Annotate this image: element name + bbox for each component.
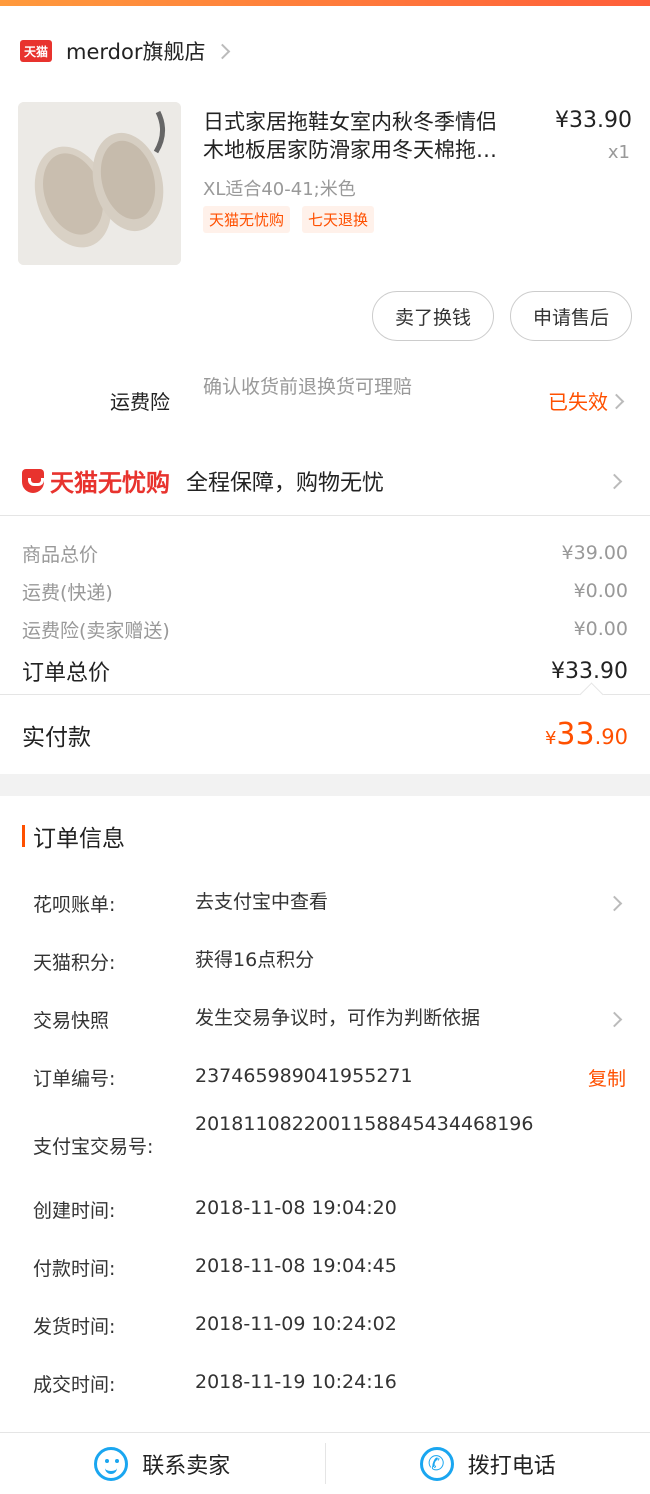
order-info-title: 订单信息: [0, 796, 650, 876]
chevron-right-icon: [215, 43, 231, 59]
shipped-time-value: 2018-11-09 10:24:02: [195, 1313, 397, 1335]
paid-label: 实付款: [22, 724, 91, 751]
contact-seller-button[interactable]: 联系卖家: [0, 1433, 325, 1494]
product-item[interactable]: 日式家居拖鞋女室内秋冬季情侣 木地板居家防滑家用冬天棉拖… ¥33.90 x1 …: [0, 96, 650, 276]
fee-row-insurance: 运费险(卖家赠送) ¥0.00: [22, 610, 628, 648]
product-spec: XL适合40-41;米色: [203, 179, 356, 200]
alipay-number-label: 支付宝交易号:: [33, 1136, 154, 1158]
bottom-action-bar: 联系卖家 拨打电话: [0, 1432, 650, 1494]
paid-row: 实付款 ¥33.90: [0, 694, 650, 774]
created-time-label: 创建时间:: [33, 1200, 116, 1222]
chat-smile-icon: [94, 1446, 129, 1481]
fee-summary: 商品总价 ¥39.00 运费(快递) ¥0.00 运费险(卖家赠送) ¥0.00…: [0, 516, 650, 694]
title-accent-bar: [22, 825, 25, 847]
points-row: 天猫积分: 获得16点积分: [0, 934, 650, 992]
product-tags: 天猫无忧购 七天退换: [203, 206, 375, 233]
shop-name[interactable]: merdor旗舰店: [66, 36, 205, 66]
phone-icon: [419, 1446, 454, 1481]
order-number-label: 订单编号:: [33, 1068, 116, 1090]
shipping-insurance-row[interactable]: 运费险 确认收货前退换货可理赔 已失效: [0, 356, 650, 446]
worry-free-text: 全程保障，购物无忧: [186, 470, 385, 496]
closed-time-value: 2018-11-19 10:24:16: [195, 1371, 397, 1393]
closed-time-row: 成交时间: 2018-11-19 10:24:16: [0, 1356, 650, 1414]
fee-label: 商品总价: [22, 543, 99, 566]
points-value: 获得16点积分: [195, 949, 315, 971]
snapshot-value: 发生交易争议时，可作为判断依据: [195, 1007, 481, 1029]
fee-value: ¥0.00: [573, 618, 628, 640]
order-number-value: 237465989041955271: [195, 1065, 413, 1087]
contact-seller-label: 联系卖家: [142, 1453, 231, 1479]
chevron-right-icon: [606, 473, 623, 490]
order-info-title-text: 订单信息: [33, 826, 125, 852]
total-value: ¥33.90: [551, 658, 628, 684]
snapshot-label: 交易快照: [33, 1010, 110, 1032]
sell-button[interactable]: 卖了换钱: [371, 291, 494, 341]
alipay-number-value: 2018110822001158845434468196: [195, 1113, 534, 1135]
points-label: 天猫积分:: [33, 952, 116, 974]
call-label: 拨打电话: [467, 1453, 556, 1479]
after-sale-button[interactable]: 申请售后: [509, 291, 632, 341]
huabei-row[interactable]: 花呗账单: 去支付宝中查看: [0, 876, 650, 934]
paid-integer: 33: [556, 717, 595, 752]
snapshot-row[interactable]: 交易快照 发生交易争议时，可作为判断依据: [0, 992, 650, 1050]
created-time-row: 创建时间: 2018-11-08 19:04:20: [0, 1182, 650, 1240]
fee-label: 运费(快递): [22, 581, 113, 604]
shipped-time-label: 发货时间:: [33, 1316, 116, 1338]
created-time-value: 2018-11-08 19:04:20: [195, 1197, 397, 1219]
product-title[interactable]: 日式家居拖鞋女室内秋冬季情侣 木地板居家防滑家用冬天棉拖…: [203, 108, 533, 164]
fee-value: ¥39.00: [561, 542, 628, 564]
shop-header[interactable]: 天猫 merdor旗舰店: [0, 6, 650, 96]
section-divider: [0, 774, 650, 796]
tmall-logo-icon: 天猫: [20, 40, 52, 62]
paid-currency: ¥: [544, 728, 557, 749]
chevron-right-icon: [606, 895, 623, 912]
tag-worry-free: 天猫无忧购: [203, 206, 291, 233]
huabei-value: 去支付宝中查看: [195, 891, 329, 913]
product-title-line2: 木地板居家防滑家用冬天棉拖…: [203, 138, 497, 162]
order-actions: 卖了换钱 申请售后: [0, 276, 650, 356]
fee-row-shipping: 运费(快递) ¥0.00: [22, 572, 628, 610]
order-number-row: 订单编号: 237465989041955271 复制: [0, 1050, 650, 1108]
alipay-number-row: 支付宝交易号: 2018110822001158845434468196: [0, 1108, 650, 1182]
fee-label: 运费险(卖家赠送): [22, 619, 170, 642]
insurance-desc: 确认收货前退换货可理赔: [203, 376, 413, 398]
shipped-time-row: 发货时间: 2018-11-09 10:24:02: [0, 1298, 650, 1356]
fee-value: ¥0.00: [573, 580, 628, 602]
product-price: ¥33.90: [555, 108, 632, 133]
copy-button[interactable]: 复制: [588, 1064, 626, 1091]
huabei-label: 花呗账单:: [33, 894, 116, 916]
chevron-right-icon: [606, 1011, 623, 1028]
worry-free-logo: 天猫无忧购: [22, 463, 170, 498]
call-button[interactable]: 拨打电话: [324, 1443, 650, 1484]
fee-row-goods: 商品总价 ¥39.00: [22, 534, 628, 572]
insurance-label: 运费险: [110, 390, 170, 414]
worry-free-row[interactable]: 天猫无忧购 全程保障，购物无忧: [0, 446, 650, 516]
worry-free-logo-text: 天猫无忧购: [50, 469, 170, 497]
paid-time-label: 付款时间:: [33, 1258, 116, 1280]
closed-time-label: 成交时间:: [33, 1374, 116, 1396]
product-quantity: x1: [607, 142, 630, 163]
paid-amount: ¥33.90: [545, 717, 628, 752]
chevron-right-icon: [608, 393, 625, 410]
insurance-status: 已失效: [548, 390, 608, 414]
total-label: 订单总价: [22, 661, 111, 686]
fee-row-total: 订单总价 ¥33.90: [22, 648, 628, 694]
paid-time-value: 2018-11-08 19:04:45: [195, 1255, 397, 1277]
paid-decimal: .90: [594, 725, 628, 749]
shield-icon: [22, 468, 44, 493]
product-title-line1: 日式家居拖鞋女室内秋冬季情侣: [203, 110, 497, 134]
tag-seven-day-return: 七天退换: [302, 206, 375, 233]
slipper-image[interactable]: [18, 102, 181, 265]
paid-time-row: 付款时间: 2018-11-08 19:04:45: [0, 1240, 650, 1298]
